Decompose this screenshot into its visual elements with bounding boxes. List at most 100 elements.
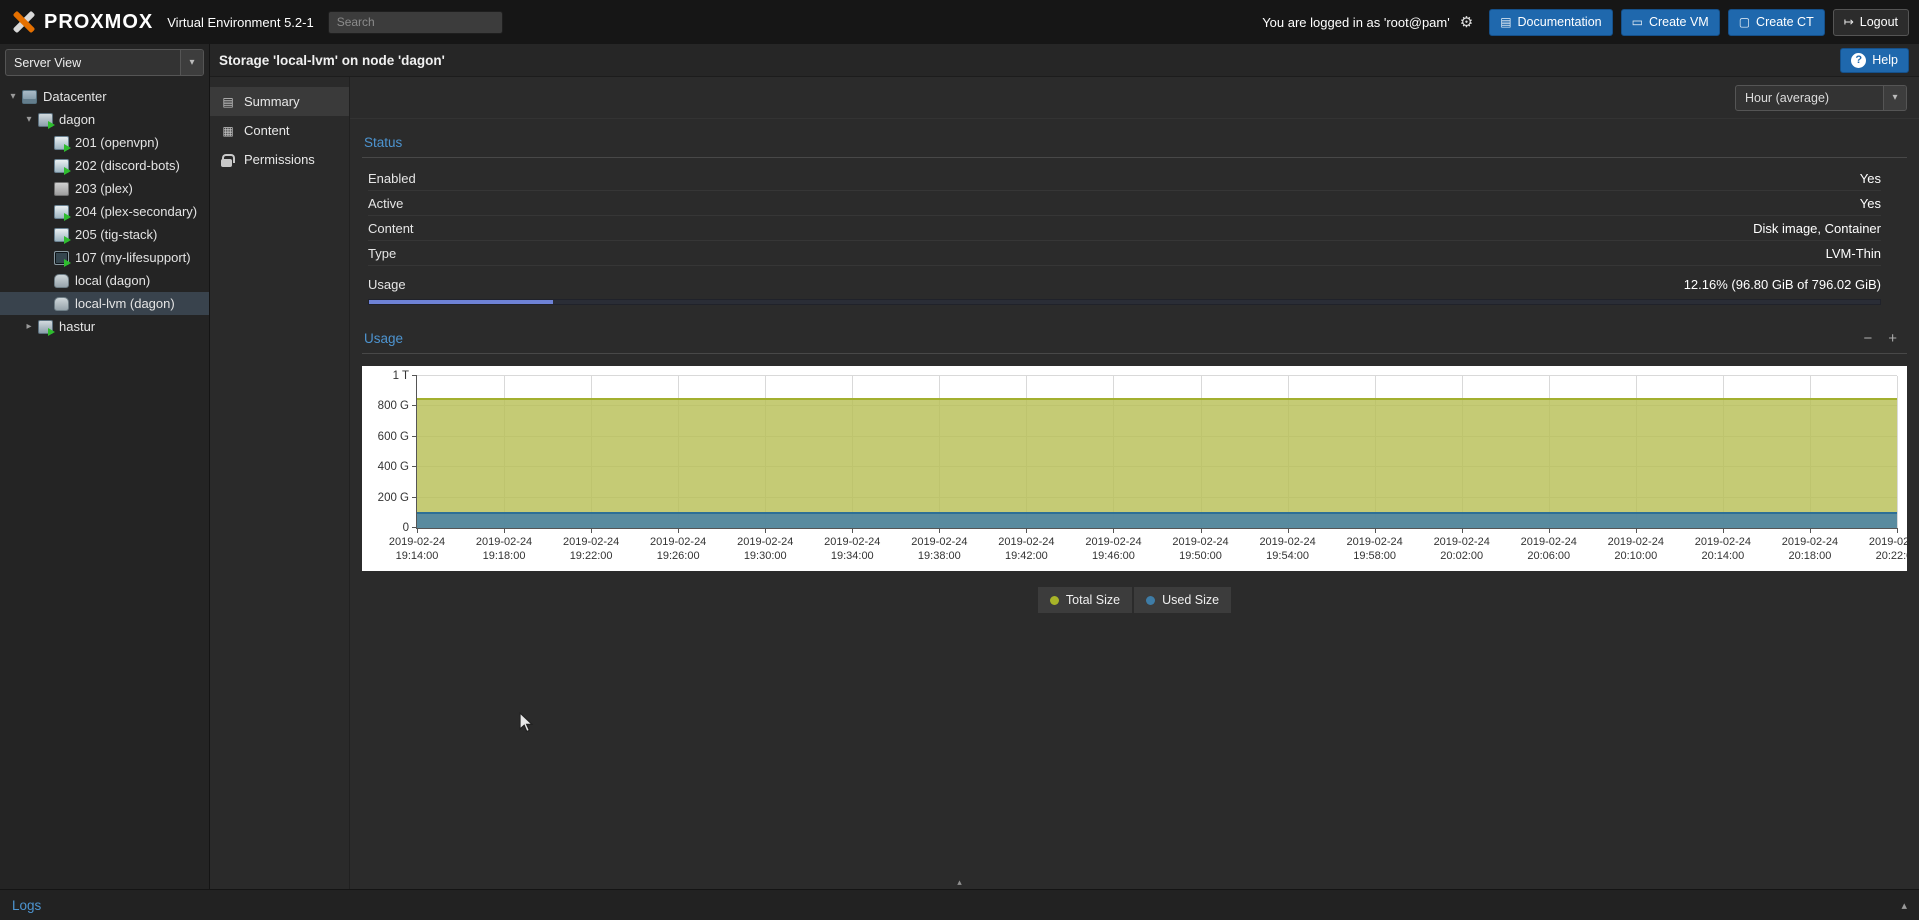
time-range-value: Hour (average) bbox=[1745, 91, 1829, 105]
series-area-total-size bbox=[417, 398, 1897, 528]
x-tick bbox=[1723, 528, 1724, 533]
sidebar: Server View ▾ ▾ Datacenter ▾dagon 201 (open… bbox=[0, 44, 210, 889]
caret-down-icon[interactable]: ▾ bbox=[22, 114, 36, 125]
tree-item-202[interactable]: 202 (discord-bots) bbox=[0, 154, 209, 177]
tree-item-local[interactable]: local (dagon) bbox=[0, 269, 209, 292]
tree-item-label: 107 (my-lifesupport) bbox=[75, 250, 191, 265]
ct-running-icon bbox=[54, 159, 69, 173]
proxmox-app: PROXMOX Virtual Environment 5.2-1 You ar… bbox=[0, 0, 1919, 920]
tree-item-hastur[interactable]: ▸ hastur bbox=[0, 315, 209, 338]
legend-item-total-size[interactable]: Total Size bbox=[1038, 587, 1132, 613]
tree-item-203[interactable]: 203 (plex) bbox=[0, 177, 209, 200]
x-tick bbox=[939, 528, 940, 533]
storage-nav: ▤Summary▦ContentPermissions bbox=[210, 77, 350, 889]
ct-running-icon bbox=[54, 136, 69, 150]
help-button[interactable]: ? Help bbox=[1840, 48, 1909, 73]
legend-item-used-size[interactable]: Used Size bbox=[1134, 587, 1231, 613]
ct-running-icon bbox=[54, 205, 69, 219]
status-row-label: Usage bbox=[368, 277, 406, 292]
x-tick bbox=[1636, 528, 1637, 533]
x-axis-label-time: 20:18:00 bbox=[1782, 549, 1838, 563]
tree-item-201[interactable]: 201 (openvpn) bbox=[0, 131, 209, 154]
lock-icon bbox=[221, 159, 232, 167]
x-axis-label-time: 19:34:00 bbox=[824, 549, 880, 563]
x-axis-label-date: 2019-02-24 bbox=[389, 535, 445, 549]
tree-item-label: local-lvm (dagon) bbox=[75, 296, 175, 311]
cube-icon: ▢ bbox=[1739, 15, 1750, 29]
tab-summary[interactable]: ▤Summary bbox=[210, 87, 349, 116]
content-area: Storage 'local-lvm' on node 'dagon' ? He… bbox=[210, 44, 1919, 889]
content-body: ▤Summary▦ContentPermissions Hour (averag… bbox=[210, 77, 1919, 889]
x-axis-label-date: 2019-02-24 bbox=[1434, 535, 1490, 549]
login-status-text: You are logged in as 'root@pam' bbox=[1262, 15, 1450, 30]
tree-item-dagon[interactable]: ▾dagon bbox=[0, 108, 209, 131]
topbar-left: PROXMOX Virtual Environment 5.2-1 bbox=[10, 10, 503, 34]
usage-panel-title: Usage bbox=[364, 331, 403, 346]
x-axis-label-time: 19:26:00 bbox=[650, 549, 706, 563]
logs-collapse-handle[interactable]: ▴ bbox=[941, 877, 978, 888]
tree-item-local-lvm[interactable]: local-lvm (dagon) bbox=[0, 292, 209, 315]
vm-running-icon bbox=[54, 251, 69, 265]
x-axis-label-date: 2019-02-24 bbox=[563, 535, 619, 549]
x-tick bbox=[765, 528, 766, 533]
create-vm-button[interactable]: ▭Create VM bbox=[1621, 9, 1720, 36]
documentation-button[interactable]: ▤Documentation bbox=[1489, 9, 1612, 36]
x-axis-label-time: 19:50:00 bbox=[1172, 549, 1228, 563]
x-axis-label: 2019-02-2420:02:00 bbox=[1434, 535, 1490, 564]
version-text: Virtual Environment 5.2-1 bbox=[167, 15, 313, 30]
x-tick bbox=[1375, 528, 1376, 533]
x-axis-label-time: 20:02:00 bbox=[1434, 549, 1490, 563]
panel-area: Hour (average) ▾ Status EnabledYesActive… bbox=[350, 77, 1919, 889]
gear-icon[interactable]: ⚙ bbox=[1460, 13, 1473, 31]
tree-item-label: hastur bbox=[59, 319, 95, 334]
x-axis-label: 2019-02-2419:46:00 bbox=[1085, 535, 1141, 564]
tree-item-204[interactable]: 204 (plex-secondary) bbox=[0, 200, 209, 223]
x-tick bbox=[417, 528, 418, 533]
create-ct-button[interactable]: ▢Create CT bbox=[1728, 9, 1825, 36]
logout-button-label: Logout bbox=[1860, 15, 1898, 29]
x-axis-label: 2019-02-2420:14:00 bbox=[1695, 535, 1751, 564]
x-tick bbox=[1113, 528, 1114, 533]
time-range-select[interactable]: Hour (average) ▾ bbox=[1735, 85, 1907, 111]
tree-item-datacenter[interactable]: ▾ Datacenter bbox=[0, 85, 209, 108]
logs-bar[interactable]: Logs ▴ bbox=[0, 889, 1919, 920]
logout-button[interactable]: ↦Logout bbox=[1833, 9, 1909, 36]
tree-item-label: 205 (tig-stack) bbox=[75, 227, 157, 242]
usage-progress-fill bbox=[369, 300, 553, 304]
view-selector[interactable]: Server View ▾ bbox=[5, 49, 204, 76]
search-input[interactable] bbox=[328, 11, 503, 34]
minus-icon[interactable]: − bbox=[1863, 331, 1872, 346]
main-row: Server View ▾ ▾ Datacenter ▾dagon 201 (open… bbox=[0, 44, 1919, 889]
status-row-value: Disk image, Container bbox=[1753, 221, 1881, 236]
x-axis-label-time: 19:46:00 bbox=[1085, 549, 1141, 563]
tab-content[interactable]: ▦Content bbox=[210, 116, 349, 145]
tab-permissions[interactable]: Permissions bbox=[210, 145, 349, 174]
x-axis-label: 2019-02-2419:38:00 bbox=[911, 535, 967, 564]
grid-icon: ▦ bbox=[221, 124, 235, 138]
x-axis-label-time: 19:54:00 bbox=[1259, 549, 1315, 563]
tree-item-label: 202 (discord-bots) bbox=[75, 158, 180, 173]
caret-down-icon[interactable]: ▾ bbox=[6, 91, 20, 102]
tree-item-107[interactable]: 107 (my-lifesupport) bbox=[0, 246, 209, 269]
x-axis-label: 2019-02-2419:58:00 bbox=[1347, 535, 1403, 564]
x-axis-label: 2019-02-2420:18:00 bbox=[1782, 535, 1838, 564]
page-title: Storage 'local-lvm' on node 'dagon' bbox=[219, 53, 445, 68]
tree-item-205[interactable]: 205 (tig-stack) bbox=[0, 223, 209, 246]
logs-expand-icon[interactable]: ▴ bbox=[1901, 899, 1907, 912]
tree-item-label: Datacenter bbox=[43, 89, 107, 104]
x-axis-label-time: 19:22:00 bbox=[563, 549, 619, 563]
status-row-value: Yes bbox=[1860, 171, 1881, 186]
x-axis-label-date: 2019-02-24 bbox=[1869, 535, 1907, 549]
caret-right-icon[interactable]: ▸ bbox=[22, 321, 36, 332]
status-row-label: Active bbox=[368, 196, 403, 211]
tree-item-label: 201 (openvpn) bbox=[75, 135, 159, 150]
create-vm-button-label: Create VM bbox=[1649, 15, 1709, 29]
usage-panel: Usage −+ 0200 G400 G600 G800 G1 T2019-02… bbox=[350, 323, 1919, 613]
x-axis-label: 2019-02-2420:10:00 bbox=[1608, 535, 1664, 564]
x-axis-label: 2019-02-2419:42:00 bbox=[998, 535, 1054, 564]
status-panel-header: Status bbox=[362, 127, 1907, 158]
x-tick bbox=[1810, 528, 1811, 533]
y-tick bbox=[412, 375, 417, 376]
plus-icon[interactable]: + bbox=[1888, 331, 1897, 346]
x-axis-label-date: 2019-02-24 bbox=[1521, 535, 1577, 549]
